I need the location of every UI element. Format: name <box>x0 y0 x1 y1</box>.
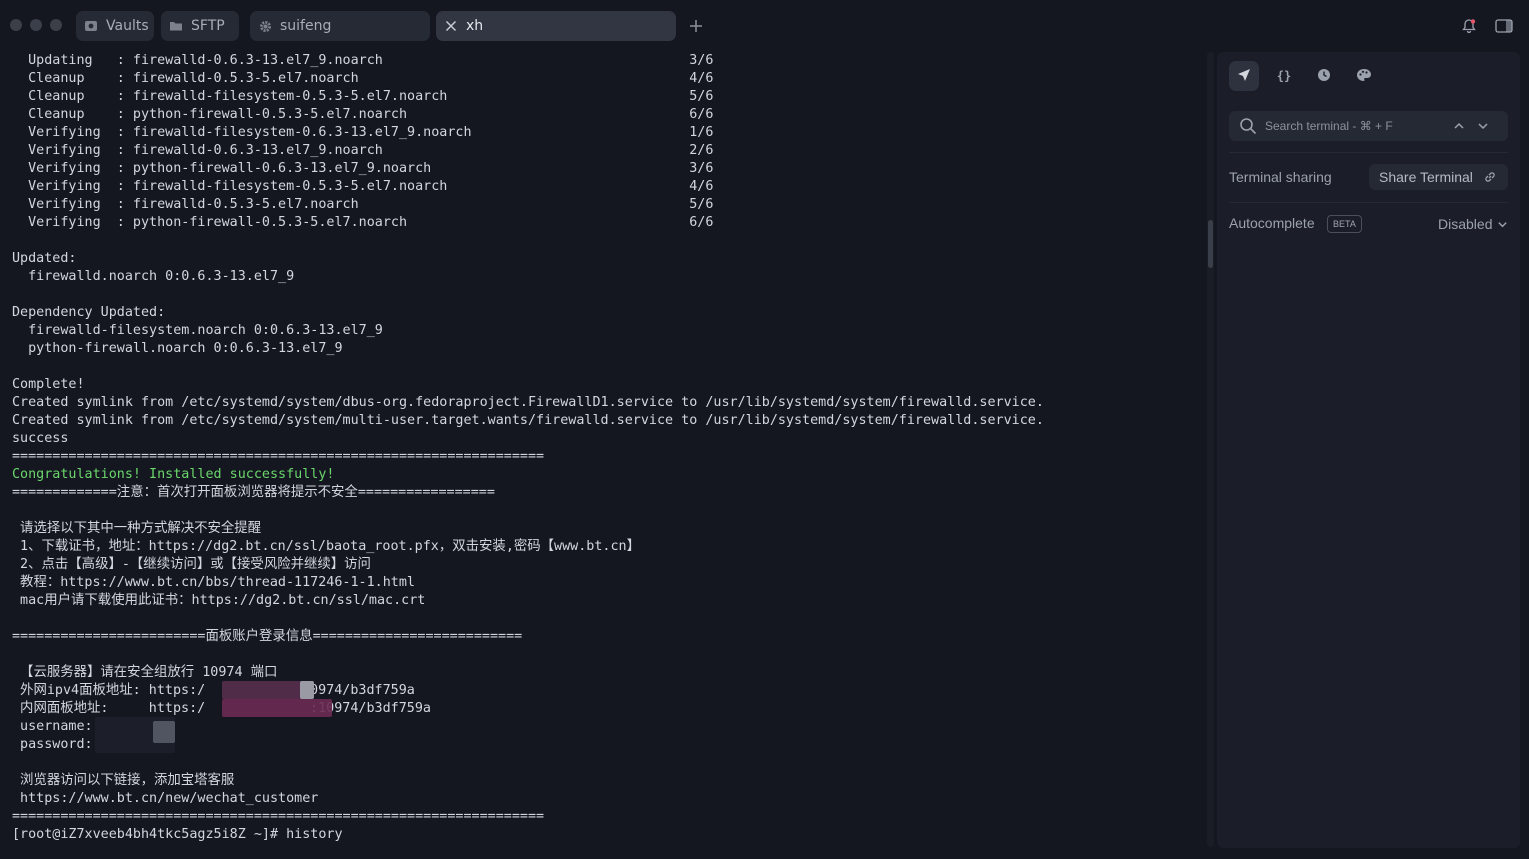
terminal-line: ========================================… <box>12 809 545 824</box>
terminal-scrollbar[interactable] <box>1207 52 1214 847</box>
window-minimize-dot[interactable] <box>30 19 42 31</box>
braces-icon: {} <box>1276 69 1292 83</box>
terminal-line: Complete! <box>12 377 85 392</box>
panel-toolbar: {} <box>1229 61 1379 91</box>
redacted-ip <box>222 699 332 717</box>
terminal-line: [root@iZ7xveeb4bh4tkc5agz5i8Z ~]# histor… <box>12 827 343 842</box>
search-icon <box>1239 117 1257 135</box>
terminal-line: firewalld-filesystem.noarch 0:0.6.3-13.e… <box>12 323 383 338</box>
terminal-line: python-firewall.noarch 0:0.6.3-13.el7_9 <box>12 341 343 356</box>
terminal-line: Cleanup : firewalld-0.5.3-5.el7.noarch 4… <box>12 71 714 86</box>
terminal-line: Updated: <box>12 251 77 266</box>
vault-icon <box>84 19 98 33</box>
autocomplete-label: Autocomplete <box>1229 215 1315 231</box>
terminal-line: Dependency Updated: <box>12 305 166 320</box>
terminal-line: 教程：https://www.bt.cn/bbs/thread-117246-1… <box>12 575 415 590</box>
terminal-line: 内网面板地址: https:/ :10974/b3df759a <box>20 701 431 716</box>
terminal-line: 2、点击【高级】-【继续访问】或【接受风险并继续】访问 <box>12 557 371 572</box>
terminal-line: Verifying : python-firewall-0.6.3-13.el7… <box>12 161 714 176</box>
autocomplete-value: Disabled <box>1438 216 1493 232</box>
terminal-line: Congratulations! Installed successfully! <box>12 467 335 482</box>
side-panel: {} Terminal sharing Share Terminal <box>1217 52 1520 848</box>
tab-vaults[interactable]: Vaults <box>76 11 154 41</box>
terminal-line: ========================面板账户登录信息========… <box>12 629 523 644</box>
terminal-line: 外网ipv4面板地址: https:/ 10974/b3df759a <box>12 683 415 698</box>
new-tab-button[interactable] <box>686 14 706 38</box>
terminal-scrollbar-thumb[interactable] <box>1208 220 1213 268</box>
terminal-line: Verifying : python-firewall-0.5.3-5.el7.… <box>12 215 714 230</box>
terminal-line: Verifying : firewalld-filesystem-0.6.3-1… <box>12 125 714 140</box>
tab-suifeng[interactable]: suifeng <box>250 11 430 41</box>
tab-label: Vaults <box>106 18 149 34</box>
share-terminal-button[interactable]: Share Terminal <box>1369 164 1508 190</box>
terminal-line: success <box>12 431 69 446</box>
search-input[interactable] <box>1265 119 1435 133</box>
terminal-line: Created symlink from /etc/systemd/system… <box>12 413 1044 428</box>
redacted-credentials-fragment <box>153 721 175 743</box>
terminal-sharing-label: Terminal sharing <box>1229 169 1332 185</box>
chevron-down-icon <box>1497 219 1508 230</box>
terminal-line: ========================================… <box>12 449 545 464</box>
theme-tool[interactable] <box>1349 61 1379 91</box>
terminal-line: firewalld.noarch 0:0.6.3-13.el7_9 <box>12 269 295 284</box>
terminal-line: Cleanup : firewalld-filesystem-0.5.3-5.e… <box>12 89 714 104</box>
tab-label: SFTP <box>191 18 225 34</box>
terminal-line: https://www.bt.cn/new/wechat_customer <box>12 791 319 806</box>
variables-tool[interactable]: {} <box>1269 61 1299 91</box>
palette-icon <box>1356 67 1372 86</box>
snippets-tool[interactable] <box>1229 61 1259 91</box>
redacted-ip-fragment <box>300 681 314 699</box>
window-zoom-dot[interactable] <box>50 19 62 31</box>
terminal-line: Created symlink from /etc/systemd/system… <box>12 395 1044 410</box>
window-close-dot[interactable] <box>10 19 22 31</box>
tab-label: xh <box>466 18 484 34</box>
tab-label: suifeng <box>280 18 332 34</box>
rocket-icon <box>1237 67 1251 86</box>
autocomplete-dropdown[interactable]: Disabled <box>1438 214 1508 234</box>
terminal-line: Verifying : firewalld-filesystem-0.5.3-5… <box>12 179 714 194</box>
folder-icon <box>169 19 183 33</box>
sidebar-toggle-icon[interactable] <box>1494 16 1514 36</box>
title-bar: Vaults SFTP suifeng xh <box>0 0 1529 52</box>
terminal-output[interactable]: Updating : firewalld-0.6.3-13.el7_9.noar… <box>0 52 1206 859</box>
terminal-line: Cleanup : python-firewall-0.5.3-5.el7.no… <box>12 107 714 122</box>
gear-icon <box>258 19 272 33</box>
terminal-line: 浏览器访问以下链接，添加宝塔客服 <box>12 773 235 788</box>
share-terminal-label: Share Terminal <box>1379 169 1473 185</box>
bell-icon[interactable] <box>1459 16 1479 36</box>
terminal-line: mac用户请下载使用此证书：https://dg2.bt.cn/ssl/mac.… <box>12 593 426 608</box>
divider <box>1229 202 1508 203</box>
tab-xh[interactable]: xh <box>436 11 676 41</box>
terminal-line: 请选择以下其中一种方式解决不安全提醒 <box>12 521 262 536</box>
terminal-line: 1、下载证书，地址：https://dg2.bt.cn/ssl/baota_ro… <box>12 539 640 554</box>
terminal-line: Verifying : firewalld-0.6.3-13.el7_9.noa… <box>12 143 714 158</box>
chevron-up-icon[interactable] <box>1453 120 1465 132</box>
tab-sftp[interactable]: SFTP <box>161 11 239 41</box>
link-icon <box>1483 170 1497 184</box>
terminal-line: 【云服务器】请在安全组放行 10974 端口 <box>12 665 278 680</box>
terminal-line: =============注意：首次打开面板浏览器将提示不安全=========… <box>12 485 495 500</box>
history-icon <box>1317 67 1331 86</box>
beta-badge: BETA <box>1327 215 1362 233</box>
divider <box>1229 152 1508 153</box>
chevron-down-icon[interactable] <box>1477 120 1489 132</box>
terminal-line: Verifying : firewalld-0.5.3-5.el7.noarch… <box>12 197 714 212</box>
history-tool[interactable] <box>1309 61 1339 91</box>
terminal-line: Updating : firewalld-0.6.3-13.el7_9.noar… <box>12 53 714 68</box>
terminal-search[interactable] <box>1229 111 1508 141</box>
close-icon[interactable] <box>444 19 458 33</box>
